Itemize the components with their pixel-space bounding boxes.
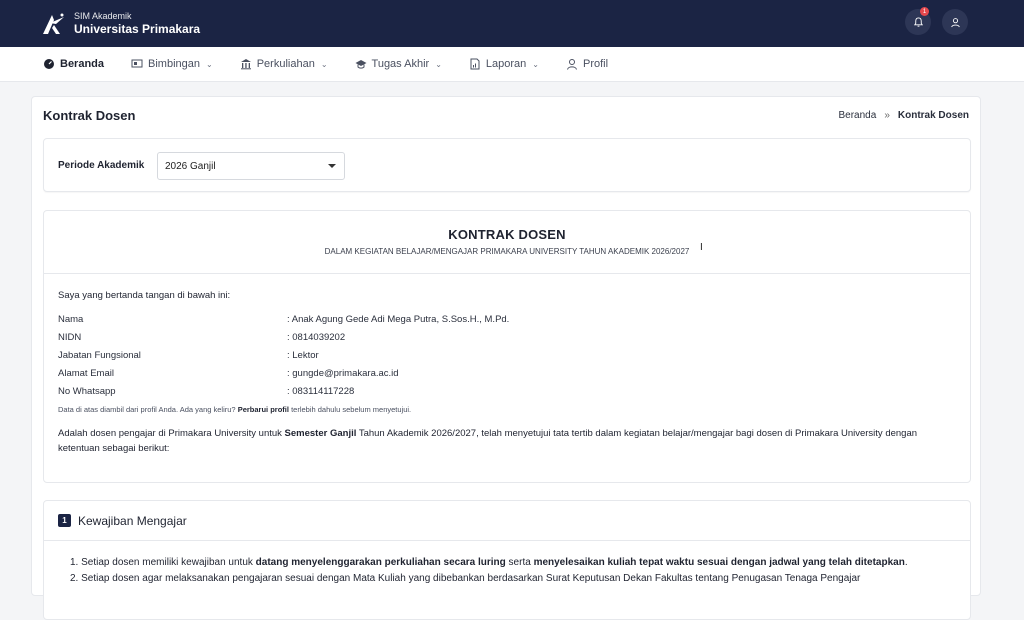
- breadcrumb-separator: »: [884, 110, 890, 121]
- list-item: 1. Setiap dosen memiliki kewajiban untuk…: [70, 555, 970, 571]
- info-value: : 0814039202: [287, 331, 346, 343]
- breadcrumb: Beranda » Kontrak Dosen: [839, 110, 970, 121]
- user-menu-button[interactable]: [942, 9, 968, 35]
- nav-perkuliahan[interactable]: Perkuliahan ⌄: [240, 58, 328, 70]
- info-value: : Lektor: [287, 349, 319, 361]
- kontrak-card: KONTRAK DOSEN DALAM KEGIATAN BELAJAR/MEN…: [43, 210, 971, 483]
- nav-perkuliahan-label: Perkuliahan: [256, 58, 315, 70]
- kontrak-header: KONTRAK DOSEN DALAM KEGIATAN BELAJAR/MEN…: [44, 211, 970, 274]
- nav-bimbingan-label: Bimbingan: [148, 58, 201, 70]
- kontrak-title: KONTRAK DOSEN: [448, 227, 566, 242]
- kewajiban-list: 1. Setiap dosen memiliki kewajiban untuk…: [44, 541, 970, 587]
- institution-icon: [240, 59, 251, 70]
- note-text-end: terlebih dahulu sebelum menyetujui.: [291, 405, 412, 414]
- periode-label: Periode Akademik: [58, 160, 145, 171]
- nav-profil[interactable]: Profil: [566, 58, 608, 70]
- periode-selected-value: 2026 Ganjil: [165, 161, 216, 172]
- nav-tugas-akhir[interactable]: Tugas Akhir ⌄: [355, 58, 442, 70]
- info-value: : gungde@primakara.ac.id: [287, 367, 399, 379]
- top-header: SIM Akademik Universitas Primakara 1: [0, 0, 1024, 47]
- report-icon: [470, 58, 480, 70]
- app-subtitle: SIM Akademik: [74, 10, 132, 21]
- chevron-down-icon: ⌄: [532, 59, 539, 69]
- item-text: .: [904, 557, 908, 568]
- nav-beranda-label: Beranda: [60, 58, 105, 70]
- statement-semester: Semester Ganjil: [284, 428, 357, 439]
- nav-laporan[interactable]: Laporan ⌄: [469, 58, 539, 70]
- note-text: Data di atas diambil dari profil Anda. A…: [58, 405, 236, 414]
- main-card: Kontrak Dosen Beranda » Kontrak Dosen Pe…: [31, 96, 981, 620]
- kewajiban-header: 1 Kewajiban Mengajar: [44, 501, 970, 541]
- info-row: Jabatan Fungsional : Lektor: [58, 346, 956, 364]
- periode-filter-card: Periode Akademik 2026 Ganjil: [43, 138, 971, 192]
- page-title: Kontrak Dosen: [43, 108, 136, 123]
- list-item: 2. Setiap dosen agar melaksanakan pengaj…: [70, 573, 861, 584]
- dashboard-icon: [44, 59, 54, 69]
- info-label: Nama: [58, 313, 84, 325]
- kontrak-body: Saya yang bertanda tangan di bawah ini: …: [44, 274, 970, 472]
- nav-beranda[interactable]: Beranda: [43, 58, 104, 70]
- info-label: Alamat Email: [58, 367, 114, 379]
- info-label: NIDN: [58, 331, 82, 343]
- nav-bimbingan[interactable]: Bimbingan ⌄: [131, 58, 213, 70]
- graduation-cap-icon: [355, 60, 367, 69]
- info-value: : 083114117228: [287, 385, 355, 397]
- caret-down-icon: [328, 164, 336, 168]
- info-row: Nama : Anak Agung Gede Adi Mega Putra, S…: [58, 310, 956, 328]
- text-cursor-icon: I: [700, 242, 703, 253]
- user-icon: [950, 17, 960, 27]
- app-name: Universitas Primakara: [74, 21, 201, 36]
- section-number-badge: 1: [58, 514, 71, 527]
- kontrak-intro: Saya yang bertanda tangan di bawah ini:: [58, 290, 231, 301]
- university-logo-icon: [43, 13, 64, 34]
- breadcrumb-current: Kontrak Dosen: [897, 110, 969, 121]
- breadcrumb-home[interactable]: Beranda: [839, 110, 877, 121]
- info-row: Alamat Email : gungde@primakara.ac.id: [58, 364, 956, 382]
- info-row: No Whatsapp : 083114117228: [58, 382, 956, 400]
- update-profile-link[interactable]: Perbarui profil: [238, 405, 289, 414]
- user-icon: [566, 59, 577, 70]
- notification-button[interactable]: 1: [905, 7, 931, 35]
- kewajiban-title: Kewajiban Mengajar: [78, 513, 187, 528]
- item-bold: menyelesaikan kuliah tepat waktu sesuai …: [533, 557, 905, 568]
- kewajiban-card: 1 Kewajiban Mengajar 1. Setiap dosen mem…: [43, 500, 971, 620]
- main-nav: Beranda Bimbingan ⌄ Perkuliahan ⌄ Tugas …: [0, 47, 1024, 82]
- info-label: Jabatan Fungsional: [58, 349, 141, 361]
- statement-text: Adalah dosen pengajar di Primakara Unive…: [58, 428, 282, 439]
- notification-badge: 1: [920, 7, 929, 16]
- chevron-down-icon: ⌄: [206, 59, 213, 69]
- item-text: serta: [508, 557, 531, 568]
- info-value: : Anak Agung Gede Adi Mega Putra, S.Sos.…: [287, 313, 510, 325]
- presentation-icon: [131, 59, 143, 68]
- nav-laporan-label: Laporan: [485, 58, 527, 70]
- info-label: No Whatsapp: [58, 385, 116, 397]
- brand[interactable]: SIM Akademik Universitas Primakara: [40, 11, 200, 37]
- item-bold: datang menyelenggarakan perkuliahan seca…: [255, 557, 506, 568]
- bell-icon: [913, 16, 923, 27]
- item-text: 1. Setiap dosen memiliki kewajiban untuk: [70, 557, 253, 568]
- nav-profil-label: Profil: [582, 58, 609, 70]
- info-row: NIDN : 0814039202: [58, 328, 956, 346]
- chevron-down-icon: ⌄: [435, 59, 442, 69]
- chevron-down-icon: ⌄: [320, 59, 328, 69]
- nav-tugas-akhir-label: Tugas Akhir: [371, 58, 430, 70]
- kontrak-subtitle: DALAM KEGIATAN BELAJAR/MENGAJAR PRIMAKAR…: [324, 247, 690, 256]
- periode-select[interactable]: 2026 Ganjil: [157, 152, 345, 180]
- kontrak-statement: Adalah dosen pengajar di Primakara Unive…: [58, 426, 956, 456]
- profile-note: Data di atas diambil dari profil Anda. A…: [58, 405, 956, 414]
